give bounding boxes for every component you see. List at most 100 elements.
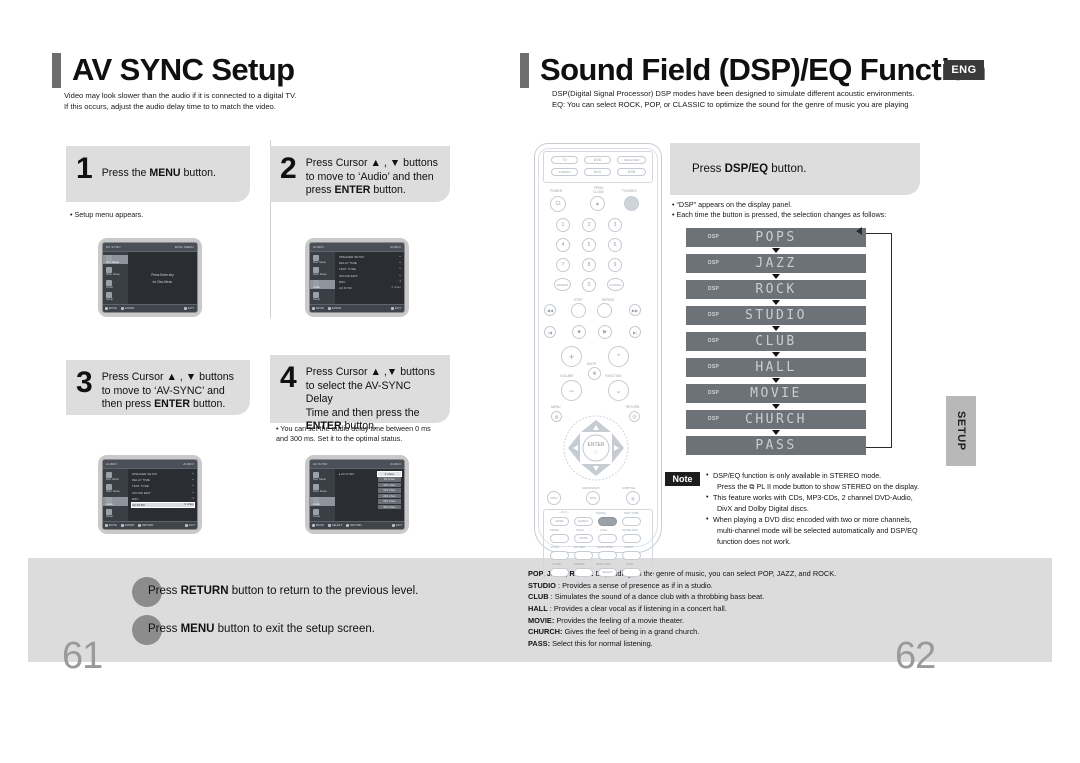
remote-subtitle-button[interactable]: ◍ [626,491,640,505]
dsp-mode-row[interactable]: DSP CLUB [686,332,866,351]
remote-soundedit-button[interactable] [622,534,641,543]
remote-key-4[interactable]: 4 [556,238,570,252]
osd-sidebar-item[interactable]: Filter Setup [310,484,335,493]
av-sync-value[interactable]: 50 mSec [378,477,401,482]
av-sync-value[interactable]: 0 mSec [377,470,402,478]
remote-next-button[interactable]: ▶| [629,326,641,338]
osd-row[interactable]: SPEAKER SETUP ▸ [132,472,194,476]
osd-row[interactable]: SOUND EDIT ▸ [339,274,401,278]
remote-button-receiver[interactable]: RECEIVER [617,156,646,164]
av-sync-value[interactable]: 100 mSec [378,482,401,488]
remote-sstep-button[interactable] [550,568,569,577]
remote-dspeq-button[interactable] [598,517,617,526]
remote-zoom-button[interactable] [550,551,569,560]
osd-sidebar-item[interactable]: Disc Setup [103,254,128,264]
remote-button-stereo[interactable]: STEREO [551,168,578,176]
remote-pbass-button[interactable] [550,534,569,543]
remote-info-button[interactable]: INFO [547,491,561,505]
remote-logo-button[interactable] [598,534,617,543]
dsp-mode-row[interactable]: DSP JAZZ [686,254,866,273]
remote-key-6[interactable]: 6 [608,238,622,252]
remote-button-aux[interactable]: AUX [584,168,611,176]
remote-select-button[interactable]: SELECT [598,568,617,577]
remote-slow-button[interactable]: MOVE [574,534,593,543]
remote-button-usb[interactable]: USB [617,168,646,176]
remote-scan-button[interactable] [622,568,641,577]
remote-slsrmode-button[interactable] [598,551,617,560]
osd-row[interactable]: AV-SYNC: 0 mSec [339,286,401,290]
osd-sidebar-item[interactable]: Disc Setup [310,471,335,481]
osd-row[interactable]: SPEAKER SETUP ▸ [339,255,401,259]
remote-forward-button[interactable]: ▶▶ [629,304,641,316]
osd-sidebar-item[interactable]: Audio [310,279,335,289]
osd-sidebar-item[interactable]: Audio [103,279,128,289]
remote-key-7[interactable]: 7 [556,258,570,272]
remote-key-1[interactable]: 1 [556,218,570,232]
remote-tv-video-button[interactable] [624,196,639,211]
osd-sidebar-item[interactable]: Setup [310,292,335,301]
osd-sidebar-item[interactable]: Audio [103,496,128,506]
remote-return-button[interactable]: ◎ [629,411,640,422]
remote-function-down-button[interactable]: ⌄ [608,380,629,401]
osd-sidebar-item[interactable]: Disc Setup [310,254,335,264]
remote-key-9[interactable]: 9 [608,258,622,272]
dsp-mode-row[interactable]: DSP STUDIO [686,306,866,325]
av-sync-value[interactable]: 150 mSec [378,488,401,493]
osd-sidebar-item[interactable]: Setup [310,509,335,518]
remote-step-button[interactable] [571,303,586,318]
remote-prev-button[interactable]: |◀ [544,326,556,338]
remote-stop-button[interactable]: ■ [572,325,586,339]
remote-rewind-button[interactable]: ◀◀ [544,304,556,316]
osd-sidebar-item[interactable]: Setup [103,509,128,518]
remote-mute-button[interactable]: ✻ [588,367,601,380]
osd-row[interactable]: DRC: 3 [339,280,401,284]
remote-cancel-button[interactable]: CANCEL [607,278,624,291]
dsp-mode-row[interactable]: DSP ROCK [686,280,866,299]
osd-sidebar-item[interactable]: Filter Setup [103,484,128,493]
osd-sidebar-item[interactable]: Filter Setup [310,267,335,276]
dsp-mode-row[interactable]: DSP HALL [686,358,866,377]
remote-key-8[interactable]: 8 [582,258,596,272]
osd-sidebar-item[interactable]: Filter Setup [103,267,128,276]
remote-remain-button[interactable]: REMAIN [554,278,571,291]
remote-play-pause-button[interactable]: ▶ [598,325,612,339]
osd-row-selected[interactable]: AV-SYNC: 0 mSec [131,501,195,508]
remote-key-2[interactable]: 2 [582,218,596,232]
dsp-mode-row[interactable]: DSP POPS [686,228,866,247]
remote-power-button[interactable]: ⏻ [550,196,566,212]
osd-row[interactable]: TEST TONE ▸ [339,267,401,271]
av-sync-value[interactable]: 200 mSec [378,493,401,499]
remote-mode-button[interactable]: MODE [550,517,569,526]
dsp-mode-row[interactable]: DSP CHURCH [686,410,866,429]
remote-testtone-button[interactable] [622,517,641,526]
dsp-mode-row[interactable]: DSP MOVIE [686,384,866,403]
remote-function-up-button[interactable]: ⌃ [608,346,629,367]
remote-key-3[interactable]: 3 [608,218,622,232]
remote-open-close-button[interactable]: ▲ [590,196,605,211]
av-sync-value[interactable]: 250 mSec [378,499,401,504]
osd-row[interactable]: TEST TONE ▸ [132,484,194,488]
remote-sd-dvd-divx-button[interactable]: DVD [586,491,600,505]
remote-button-dvd[interactable]: DVD [584,156,611,164]
remote-volume-down-button[interactable]: − [561,380,582,401]
osd-row[interactable]: DELAY TIME ▸ [339,261,401,265]
remote-button-tv[interactable]: TV [551,156,578,164]
remote-ezview-button[interactable] [574,551,593,560]
dsp-mode-row[interactable]: PASS [686,436,866,455]
remote-volume-up-button[interactable]: + [561,346,582,367]
osd-row[interactable]: DRC: 3 [132,497,194,501]
av-sync-value[interactable]: 300 mSec [378,504,401,510]
remote-dpad[interactable]: ENTER ☞ [563,415,629,481]
remote-key-0[interactable]: 0 [582,278,596,292]
remote-dimmer-button[interactable] [574,568,593,577]
osd-sidebar-item[interactable]: Audio [310,496,335,506]
osd-row[interactable]: DELAY TIME ▸ [132,478,194,482]
osd-sidebar-item[interactable]: Setup [103,292,128,301]
remote-repeat-button[interactable] [597,303,612,318]
remote-menu-button[interactable]: ▤ [551,411,562,422]
osd-row[interactable]: SOUND EDIT ▸ [132,491,194,495]
remote-key-5[interactable]: 5 [582,238,596,252]
remote-assist-button[interactable] [622,551,641,560]
osd-sidebar-item[interactable]: Disc Setup [103,471,128,481]
remote-effect-button[interactable]: EFFECT [574,517,593,526]
